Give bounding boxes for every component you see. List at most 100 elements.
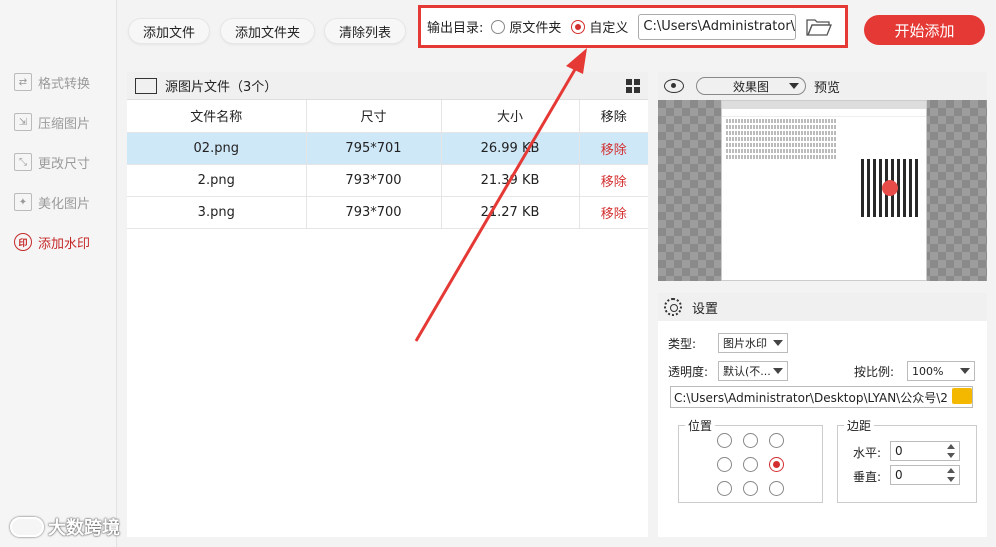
position-top-left[interactable]	[717, 433, 732, 448]
add-file-button[interactable]: 添加文件	[128, 18, 211, 44]
position-bottom-center[interactable]	[743, 481, 758, 496]
panel-header: 源图片文件（3个）	[127, 72, 648, 100]
position-bottom-right[interactable]	[769, 481, 784, 496]
convert-icon: ⇄	[14, 73, 32, 91]
opacity-label: 透明度:	[668, 365, 709, 379]
position-center[interactable]	[743, 457, 758, 472]
position-top-center[interactable]	[743, 433, 758, 448]
remove-link[interactable]: 移除	[579, 132, 648, 165]
vertical-margin-input[interactable]: 0	[890, 465, 960, 485]
file-dimensions: 793*700	[306, 164, 442, 197]
eye-icon	[664, 79, 684, 93]
position-top-right[interactable]	[769, 433, 784, 448]
preview-header: 效果图 预览	[658, 72, 987, 100]
table-row[interactable]: 02.png 795*701 26.99 KB 移除	[127, 132, 648, 165]
chevron-down-icon	[773, 368, 783, 374]
horizontal-label: 水平:	[853, 446, 882, 460]
sidebar-item-compress[interactable]: ⇲ 压缩图片	[14, 111, 90, 133]
settings-title: 设置	[692, 301, 719, 317]
spin-down-icon[interactable]	[947, 477, 955, 482]
table-row[interactable]: 3.png 793*700 21.27 KB 移除	[127, 196, 648, 229]
sidebar-item-label: 更改尺寸	[38, 156, 91, 172]
brand-watermark: 大数跨境	[10, 514, 120, 540]
spin-up-icon[interactable]	[947, 468, 955, 473]
horizontal-margin-input[interactable]: 0	[890, 441, 960, 461]
column-header: 文件名称	[127, 100, 307, 133]
sidebar-item-label: 压缩图片	[38, 116, 91, 132]
watermark-stamp-icon: 印	[14, 233, 32, 251]
output-directory-label: 输出目录:	[427, 21, 484, 36]
settings-panel: 设置 类型: 图片水印 透明度: 默认(不... 按比例: 100% C:\Us…	[658, 293, 987, 537]
radio-circle-selected[interactable]	[571, 19, 586, 34]
folder-icon[interactable]	[952, 388, 972, 404]
preview-label: 预览	[814, 80, 841, 96]
remove-link[interactable]: 移除	[579, 164, 648, 197]
brand-watermark-text: 大数跨境	[48, 518, 120, 539]
watermark-image-path[interactable]: C:\Users\Administrator\Desktop\LYAN\公众号\…	[670, 386, 973, 408]
file-table: 文件名称 尺寸 大小 移除 02.png 795*701 26.99 KB 移除…	[127, 100, 648, 229]
opacity-value: 默认(不...	[723, 365, 771, 378]
source-files-panel: 源图片文件（3个） 文件名称 尺寸 大小 移除 02.png 795*701 2…	[127, 72, 648, 537]
sidebar-item-add-watermark[interactable]: 印 添加水印	[14, 231, 90, 253]
file-size: 21.27 KB	[441, 196, 580, 229]
position-middle-left[interactable]	[717, 457, 732, 472]
file-name: 2.png	[127, 164, 307, 197]
scale-select[interactable]: 100%	[907, 361, 975, 381]
folder-open-icon[interactable]	[806, 17, 833, 37]
spin-up-icon[interactable]	[947, 444, 955, 449]
file-size: 21.39 KB	[441, 164, 580, 197]
radio-label: 原文件夹	[509, 21, 562, 36]
position-bottom-left[interactable]	[717, 481, 732, 496]
table-row[interactable]: 2.png 793*700 21.39 KB 移除	[127, 164, 648, 197]
type-select[interactable]: 图片水印	[718, 333, 788, 353]
panel-title: 源图片文件（3个）	[165, 80, 278, 95]
sidebar-item-beautify[interactable]: ✦ 美化图片	[14, 191, 90, 213]
opacity-select[interactable]: 默认(不...	[718, 361, 788, 381]
preview-canvas	[658, 100, 987, 281]
column-header: 移除	[579, 100, 648, 133]
position-middle-right[interactable]	[769, 457, 784, 472]
chevron-down-icon	[773, 340, 783, 346]
sidebar-item-label: 格式转换	[38, 76, 91, 92]
settings-header: 设置	[658, 293, 987, 321]
compress-icon: ⇲	[14, 113, 32, 131]
sidebar-item-resize[interactable]: ⤡ 更改尺寸	[14, 151, 90, 173]
column-header: 大小	[441, 100, 580, 133]
horizontal-value: 0	[895, 444, 903, 458]
sidebar-item-label: 美化图片	[38, 196, 91, 212]
scale-label: 按比例:	[854, 365, 895, 379]
vertical-value: 0	[895, 468, 903, 482]
file-dimensions: 795*701	[306, 132, 442, 165]
file-size: 26.99 KB	[441, 132, 580, 165]
scale-value: 100%	[912, 364, 944, 378]
clear-list-button[interactable]: 清除列表	[324, 18, 407, 44]
chevron-down-icon	[789, 83, 799, 89]
margin-label: 边距	[847, 419, 872, 433]
radio-circle[interactable]	[491, 19, 506, 34]
brand-logo-icon	[10, 517, 44, 537]
qr-code-watermark	[861, 159, 919, 217]
preview-mode-select[interactable]: 效果图	[696, 77, 806, 95]
position-label: 位置	[688, 419, 713, 433]
radio-original-folder[interactable]: 原文件夹	[491, 17, 561, 36]
add-folder-button[interactable]: 添加文件夹	[220, 18, 316, 44]
gear-icon	[664, 298, 682, 316]
radio-label: 自定义	[589, 21, 629, 36]
sidebar-item-label: 添加水印	[38, 236, 91, 252]
preview-panel: 效果图 预览	[658, 72, 987, 281]
sidebar: ⇄ 格式转换 ⇲ 压缩图片 ⤡ 更改尺寸 ✦ 美化图片 印 添加水印	[0, 0, 117, 547]
grid-view-icon[interactable]	[626, 79, 640, 93]
radio-custom[interactable]: 自定义	[571, 17, 628, 36]
type-label: 类型:	[668, 337, 697, 351]
chevron-down-icon	[960, 368, 970, 374]
resize-icon: ⤡	[14, 153, 32, 171]
output-path-field[interactable]: C:\Users\Administrator\I	[638, 13, 797, 40]
output-directory-group: 输出目录: 原文件夹 自定义 C:\Users\Administrator\I	[418, 5, 848, 48]
beautify-icon: ✦	[14, 193, 32, 211]
preview-mode-value: 效果图	[732, 79, 769, 94]
spin-down-icon[interactable]	[947, 453, 955, 458]
file-name: 02.png	[127, 132, 307, 165]
remove-link[interactable]: 移除	[579, 196, 648, 229]
start-button[interactable]: 开始添加	[864, 15, 985, 45]
sidebar-item-format-convert[interactable]: ⇄ 格式转换	[14, 71, 90, 93]
